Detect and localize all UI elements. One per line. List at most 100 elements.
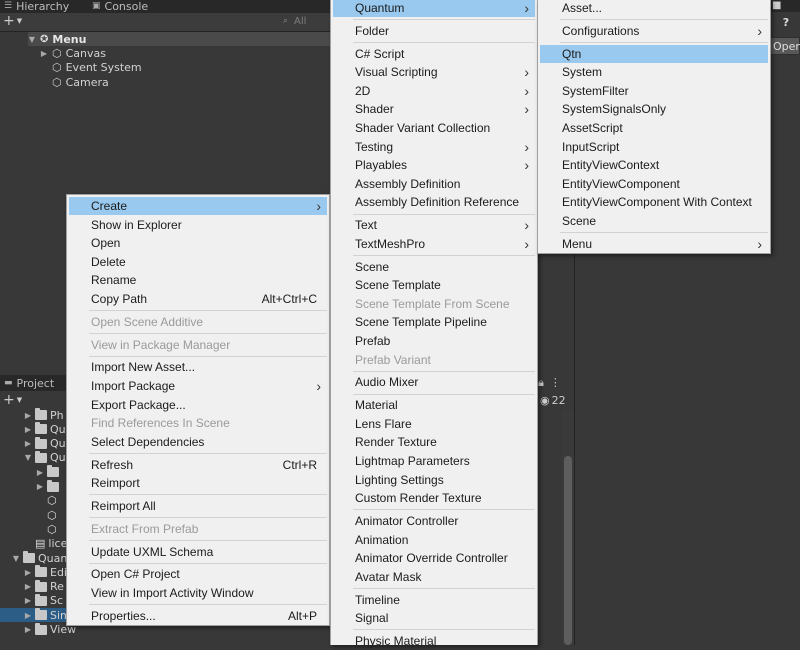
context-menu-item-reimport-all[interactable]: Reimport All	[69, 497, 327, 515]
add-object-button[interactable]: + ▼	[3, 13, 22, 29]
context-menu-item-refresh[interactable]: Refresh Ctrl+R	[69, 456, 327, 474]
create-menu-item-material[interactable]: Material	[333, 396, 535, 414]
quantum-menu-item-inputscript[interactable]: InputScript	[540, 138, 768, 156]
expand-triangle-icon[interactable]: ▶	[40, 49, 48, 58]
lock-icon[interactable]: 🔒︎	[538, 376, 544, 390]
create-menu-item-2d[interactable]: 2D ›	[333, 82, 535, 100]
create-menu-item-signal[interactable]: Signal	[333, 609, 535, 627]
create-menu-item-shader-variant-collection[interactable]: Shader Variant Collection	[333, 119, 535, 137]
expand-triangle-icon[interactable]: ▶	[24, 596, 32, 605]
create-menu-item-scene-template[interactable]: Scene Template	[333, 276, 535, 294]
context-menu-item-open[interactable]: Open	[69, 234, 327, 252]
create-menu-item-render-texture[interactable]: Render Texture	[333, 433, 535, 451]
context-menu-item-update-uxml-schema[interactable]: Update UXML Schema	[69, 543, 327, 561]
context-menu-item-export-package[interactable]: Export Package...	[69, 396, 327, 414]
context-menu-item-view-in-import-activity-window[interactable]: View in Import Activity Window	[69, 584, 327, 602]
menu-item-label: Assembly Definition Reference	[355, 195, 520, 210]
create-menu-item-playables[interactable]: Playables ›	[333, 156, 535, 174]
create-menu-item-animator-override-controller[interactable]: Animator Override Controller	[333, 549, 535, 567]
context-menu-item-rename[interactable]: Rename	[69, 271, 327, 289]
tab-project[interactable]: ▬ Project	[4, 377, 54, 390]
create-menu-item-folder[interactable]: Folder	[333, 22, 535, 40]
quantum-menu-item-systemfilter[interactable]: SystemFilter	[540, 82, 768, 100]
menu-item-label: 2D	[355, 83, 371, 98]
context-menu-item-copy-path[interactable]: Copy Path Alt+Ctrl+C	[69, 290, 327, 308]
project-scrollbar-thumb[interactable]	[564, 456, 572, 645]
hidden-count-badge[interactable]: ◉ 22	[540, 394, 566, 407]
quantum-menu-item-menu[interactable]: Menu ›	[540, 235, 768, 253]
create-menu-item-assembly-definition-reference[interactable]: Assembly Definition Reference	[333, 193, 535, 211]
help-icon[interactable]: ?	[778, 16, 794, 32]
quantum-menu-item-system[interactable]: System	[540, 63, 768, 81]
create-menu-item-testing[interactable]: Testing ›	[333, 138, 535, 156]
create-menu-item-lighting-settings[interactable]: Lighting Settings	[333, 471, 535, 489]
expand-triangle-icon[interactable]: ▶	[36, 482, 44, 491]
hierarchy-item-event-system[interactable]: ⬡ Event System	[40, 61, 142, 75]
create-menu-item-lens-flare[interactable]: Lens Flare	[333, 415, 535, 433]
expand-triangle-icon[interactable]: ▶	[24, 411, 32, 420]
quantum-menu-item-qtn[interactable]: Qtn	[540, 44, 768, 63]
expand-triangle-icon[interactable]: ▶	[24, 425, 32, 434]
expand-triangle-icon[interactable]: ▶	[24, 568, 32, 577]
open-button[interactable]: Open	[770, 37, 800, 55]
context-menu-item-create[interactable]: Create ›	[69, 197, 327, 215]
hierarchy-item-canvas[interactable]: ▶ ⬡ Canvas	[40, 46, 106, 60]
create-menu-item-quantum[interactable]: Quantum ›	[333, 0, 535, 17]
create-menu-item-visual-scripting[interactable]: Visual Scripting ›	[333, 63, 535, 81]
expand-triangle-icon[interactable]: ▶	[24, 625, 32, 634]
create-menu-item-lightmap-parameters[interactable]: Lightmap Parameters	[333, 452, 535, 470]
quantum-menu-item-entityviewcomponent[interactable]: EntityViewComponent	[540, 175, 768, 193]
create-menu-item-text[interactable]: Text ›	[333, 216, 535, 234]
context-menu-item-import-new-asset[interactable]: Import New Asset...	[69, 358, 327, 376]
quantum-menu-item-scene[interactable]: Scene	[540, 212, 768, 230]
search-icon: ⌕	[283, 16, 289, 26]
create-menu-item-animation[interactable]: Animation	[333, 531, 535, 549]
create-menu-item-custom-render-texture[interactable]: Custom Render Texture	[333, 489, 535, 507]
create-menu-item-textmeshpro[interactable]: TextMeshPro ›	[333, 235, 535, 253]
create-menu-item-c-script[interactable]: C# Script	[333, 45, 535, 63]
create-menu-item-assembly-definition[interactable]: Assembly Definition	[333, 175, 535, 193]
create-menu-item-physic-material[interactable]: Physic Material	[333, 632, 535, 650]
expand-triangle-icon[interactable]: ▼	[28, 35, 36, 44]
context-menu-item-open-c-project[interactable]: Open C# Project	[69, 565, 327, 583]
lock-icon[interactable]: ■	[772, 0, 781, 11]
more-options-icon[interactable]: ⋮	[550, 376, 561, 390]
menu-separator	[89, 453, 327, 454]
expand-triangle-icon[interactable]: ▶	[24, 611, 32, 620]
tab-console[interactable]: ▣ Console	[92, 0, 148, 13]
create-menu-item-audio-mixer[interactable]: Audio Mixer	[333, 373, 535, 391]
context-menu-item-reimport[interactable]: Reimport	[69, 474, 327, 492]
quantum-menu-item-configurations[interactable]: Configurations ›	[540, 22, 768, 40]
create-menu-item-timeline[interactable]: Timeline	[333, 591, 535, 609]
hierarchy-root-row[interactable]: ▼ ✪ Menu	[28, 32, 330, 46]
hierarchy-item-camera[interactable]: ⬡ Camera	[40, 75, 109, 89]
quantum-menu-item-assetscript[interactable]: AssetScript	[540, 119, 768, 137]
quantum-menu-item-entityviewcontext[interactable]: EntityViewContext	[540, 156, 768, 174]
quantum-menu-item-systemsignalsonly[interactable]: SystemSignalsOnly	[540, 100, 768, 118]
tab-hierarchy[interactable]: ☰ Hierarchy	[4, 0, 69, 13]
quantum-menu-item-asset[interactable]: Asset...	[540, 0, 768, 17]
context-menu-item-delete[interactable]: Delete	[69, 253, 327, 271]
create-menu-item-shader[interactable]: Shader ›	[333, 100, 535, 118]
menu-item-label: Shader Variant Collection	[355, 121, 491, 135]
expand-triangle-icon[interactable]: ▶	[36, 468, 44, 477]
create-menu-item-prefab[interactable]: Prefab	[333, 332, 535, 350]
quantum-menu-item-entityviewcomponent-with-context[interactable]: EntityViewComponent With Context	[540, 193, 768, 211]
chevron-right-icon: ›	[757, 22, 762, 39]
context-menu-item-import-package[interactable]: Import Package ›	[69, 377, 327, 395]
search-input[interactable]: All	[294, 16, 306, 27]
context-menu-item-show-in-explorer[interactable]: Show in Explorer	[69, 216, 327, 234]
project-add-button[interactable]: + ▼	[3, 392, 22, 408]
expand-triangle-icon[interactable]: ▶	[24, 439, 32, 448]
context-menu-item-select-dependencies[interactable]: Select Dependencies	[69, 433, 327, 451]
expand-triangle-icon[interactable]: ▶	[24, 582, 32, 591]
expand-triangle-icon[interactable]: ▼	[12, 554, 20, 563]
create-menu-item-animator-controller[interactable]: Animator Controller	[333, 512, 535, 530]
menu-item-label: Reimport All	[91, 499, 156, 513]
create-menu-item-scene-template-pipeline[interactable]: Scene Template Pipeline	[333, 313, 535, 331]
create-menu-item-avatar-mask[interactable]: Avatar Mask	[333, 568, 535, 586]
context-menu-item-properties[interactable]: Properties... Alt+P	[69, 607, 327, 625]
hierarchy-search[interactable]: ⌕ All	[280, 15, 330, 30]
expand-triangle-icon[interactable]: ▼	[24, 453, 32, 462]
create-menu-item-scene[interactable]: Scene	[333, 258, 535, 276]
